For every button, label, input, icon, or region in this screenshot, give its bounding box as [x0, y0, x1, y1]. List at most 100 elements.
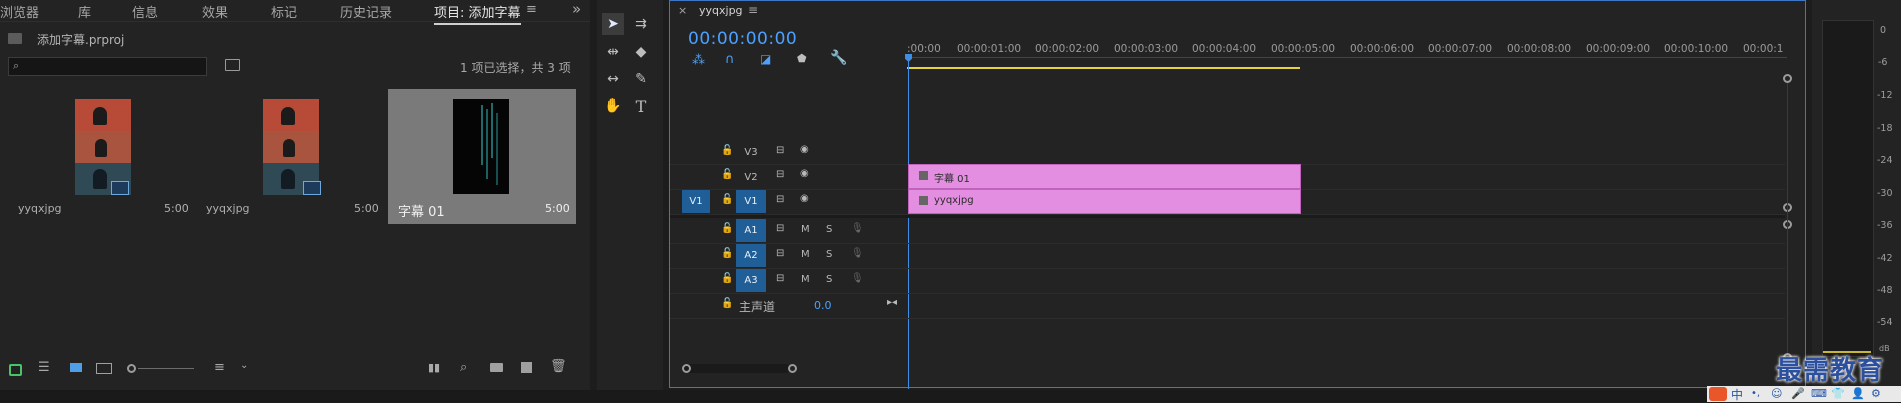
microphone-icon[interactable]: 🎤 — [1791, 387, 1805, 400]
track-lock-icon[interactable]: 🔓 — [721, 248, 733, 259]
sync-lock-icon[interactable]: ⊟ — [776, 248, 784, 259]
tab-info[interactable]: 信息 — [132, 2, 158, 21]
microphone-icon[interactable]: 🎙 — [851, 273, 864, 284]
track-lock-icon[interactable]: 🔓 — [721, 223, 733, 234]
solo-button[interactable]: S — [826, 249, 832, 260]
track-lock-icon[interactable]: 🔓 — [721, 194, 733, 205]
eye-icon[interactable]: ◉ — [800, 193, 809, 204]
media-item[interactable]: yyqxjpg 5:00 — [8, 89, 196, 224]
sequence-tab[interactable]: yyqxjpg — [699, 4, 743, 17]
search-input[interactable]: ⌕ — [8, 57, 207, 76]
sync-lock-icon[interactable]: ⊟ — [776, 145, 784, 156]
go-to-end-icon[interactable]: ▸◂ — [887, 297, 897, 308]
user-icon[interactable]: 👤 — [1851, 387, 1865, 400]
close-sequence-icon[interactable]: × — [678, 4, 687, 17]
pen-tool-icon[interactable]: ✎ — [630, 68, 652, 90]
tab-browser[interactable]: 浏览器 — [0, 2, 39, 21]
chevron-down-icon[interactable]: ⌄ — [240, 360, 248, 371]
skin-icon[interactable]: 👕 — [1831, 387, 1845, 400]
track-a3[interactable]: 🔓 A3 ⊟ M S 🎙 — [670, 269, 1785, 294]
toolbox-icon[interactable]: ⚙ — [1871, 387, 1881, 400]
panel-overflow-icon[interactable]: » — [572, 0, 581, 18]
ime-language-indicator[interactable]: 中 — [1731, 386, 1743, 403]
new-bin-icon[interactable] — [490, 363, 503, 372]
track-label[interactable]: A2 — [736, 244, 766, 267]
scroll-zoom-handle-left[interactable] — [682, 364, 691, 373]
zoom-slider-handle[interactable] — [127, 364, 136, 373]
track-master[interactable]: 🔓 主声道 0.0 ▸◂ — [670, 294, 1785, 319]
track-label[interactable]: V1 — [736, 190, 766, 213]
track-lock-icon[interactable]: 🔓 — [721, 298, 733, 309]
track-label[interactable]: A1 — [736, 219, 766, 242]
eye-icon[interactable]: ◉ — [800, 168, 809, 179]
microphone-icon[interactable]: 🎙 — [851, 223, 864, 234]
sort-icon[interactable]: ≡ — [214, 360, 225, 375]
mute-button[interactable]: M — [801, 224, 810, 235]
track-a1[interactable]: 🔓 A1 ⊟ M S 🎙 — [670, 219, 1785, 244]
track-label[interactable]: V3 — [741, 142, 761, 162]
razor-tool-icon[interactable]: ◆ — [630, 41, 652, 63]
track-select-tool-icon[interactable]: ⇉ — [630, 13, 652, 35]
track-lock-icon[interactable]: 🔓 — [721, 273, 733, 284]
scroll-zoom-handle-right[interactable] — [788, 364, 797, 373]
emoji-icon[interactable]: ☺ — [1771, 387, 1782, 400]
clip-subtitle[interactable]: 字幕 01 — [908, 164, 1301, 189]
eye-icon[interactable]: ◉ — [800, 144, 809, 155]
sync-lock-icon[interactable]: ⊟ — [776, 169, 784, 180]
track-lock-icon[interactable]: 🔓 — [721, 169, 733, 180]
keyboard-icon[interactable]: ⌨ — [1811, 387, 1827, 400]
slip-tool-icon[interactable]: ↔ — [602, 68, 624, 90]
snap-icon[interactable]: ∩ — [725, 52, 735, 67]
freeform-view-icon[interactable] — [96, 363, 112, 374]
solo-button[interactable]: S — [826, 274, 832, 285]
tab-history[interactable]: 历史记录 — [340, 2, 392, 21]
new-search-bin-icon[interactable] — [225, 59, 240, 71]
media-item[interactable]: yyqxjpg 5:00 — [198, 89, 386, 224]
track-a2[interactable]: 🔓 A2 ⊟ M S 🎙 — [670, 244, 1785, 269]
new-item-icon[interactable] — [521, 362, 532, 373]
selection-tool-icon[interactable]: ➤ — [602, 13, 624, 35]
playhead-timecode[interactable]: 00:00:00:00 — [688, 29, 797, 49]
source-patch-v1[interactable]: V1 — [682, 190, 710, 213]
vertical-scrollbar[interactable] — [1787, 83, 1788, 353]
mute-button[interactable]: M — [801, 249, 810, 260]
automate-to-sequence-icon[interactable]: ▮▮ — [428, 361, 440, 374]
tab-markers[interactable]: 标记 — [271, 2, 297, 21]
sync-lock-icon[interactable]: ⊟ — [776, 223, 784, 234]
video-audio-divider[interactable] — [670, 215, 1785, 218]
media-item-selected[interactable]: 字幕 01 5:00 — [388, 89, 576, 224]
type-tool-icon[interactable]: T — [630, 95, 652, 117]
zoom-slider-track[interactable] — [138, 368, 194, 369]
tab-effects[interactable]: 效果 — [202, 2, 228, 21]
work-area-bar[interactable] — [907, 67, 1300, 69]
sync-lock-icon[interactable]: ⊟ — [776, 273, 784, 284]
horizontal-scrollbar[interactable] — [682, 364, 790, 373]
linked-selection-icon[interactable]: ◪ — [760, 52, 771, 66]
list-view-icon[interactable]: ☰ — [38, 360, 50, 375]
tab-library[interactable]: 库 — [78, 2, 91, 21]
hand-tool-icon[interactable]: ✋ — [602, 95, 624, 117]
sequence-menu-icon[interactable]: ≡ — [748, 3, 758, 17]
mute-button[interactable]: M — [801, 274, 810, 285]
track-label[interactable]: A3 — [736, 269, 766, 292]
track-label[interactable]: V2 — [741, 167, 761, 187]
punctuation-icon[interactable]: •, — [1751, 388, 1760, 399]
trash-icon[interactable]: 🗑 — [550, 359, 567, 374]
time-ruler[interactable]: :00:00 00:00:01:00 00:00:02:00 00:00:03:… — [907, 39, 1787, 69]
master-volume-value[interactable]: 0.0 — [814, 299, 832, 312]
lock-icon[interactable] — [9, 364, 22, 376]
solo-button[interactable]: S — [826, 224, 832, 235]
nest-sequence-icon[interactable]: ⁂ — [692, 53, 705, 68]
track-v3[interactable]: 🔓 V3 ⊟ ◉ — [670, 141, 1785, 165]
video-scroll-knob[interactable] — [1783, 74, 1792, 83]
track-lock-icon[interactable]: 🔓 — [721, 145, 733, 156]
find-icon[interactable]: ⌕ — [460, 360, 467, 375]
icon-view-icon[interactable] — [70, 363, 82, 372]
clip-image[interactable]: yyqxjpg — [908, 189, 1301, 214]
add-marker-icon[interactable]: ⬟ — [797, 52, 807, 65]
microphone-icon[interactable]: 🎙 — [851, 248, 864, 259]
tab-project[interactable]: 项目: 添加字幕 — [434, 2, 521, 25]
wrench-icon[interactable]: 🔧 — [830, 50, 847, 66]
panel-menu-icon[interactable]: ≡ — [526, 2, 537, 17]
ripple-edit-tool-icon[interactable]: ⇹ — [602, 41, 624, 63]
